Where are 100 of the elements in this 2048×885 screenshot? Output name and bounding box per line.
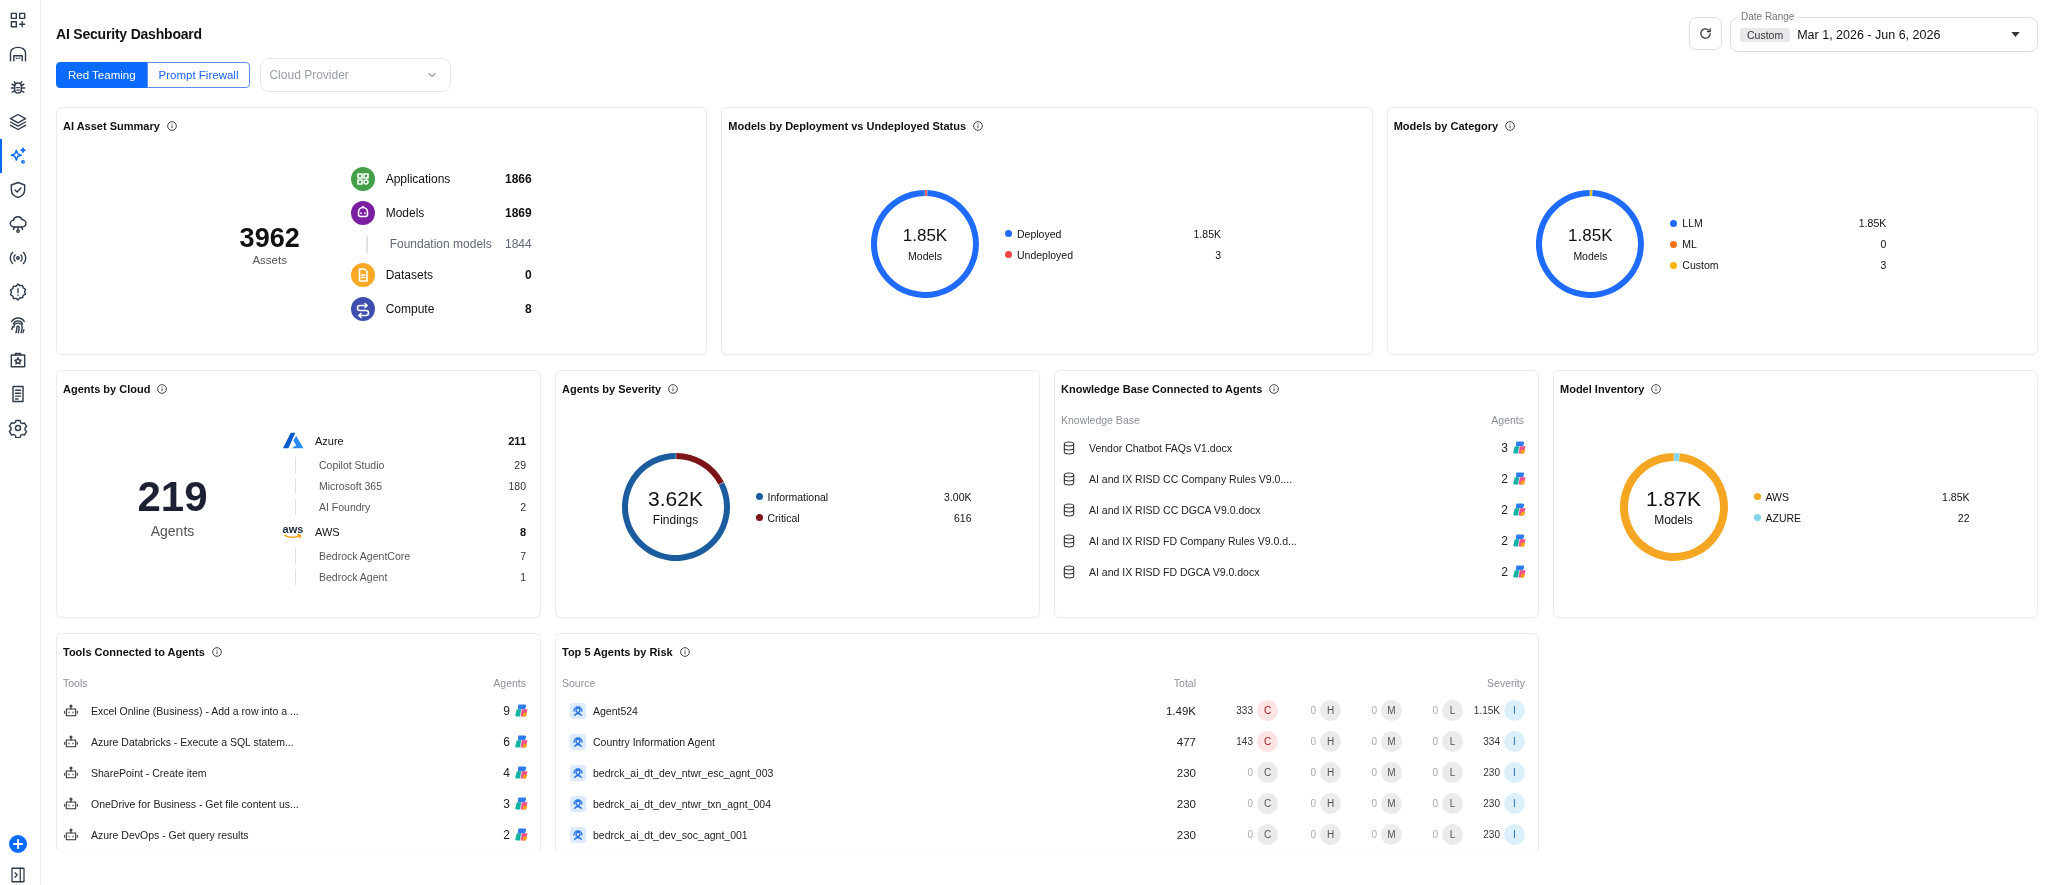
agent-count: 4 (503, 765, 510, 780)
agent-tile-icon (570, 795, 586, 812)
info-icon[interactable] (211, 647, 222, 657)
database-icon (1061, 501, 1077, 518)
robot-icon (63, 795, 79, 812)
info-icon[interactable] (1651, 384, 1662, 394)
total-cell-text: 230 (1175, 797, 1196, 810)
table-cell: AI and IX RISD FD Company Rules V9.0.d... (1089, 534, 1297, 547)
robot-icon (63, 702, 79, 719)
agent-count: 6 (503, 734, 510, 749)
total-cell-text: 230 (1175, 828, 1196, 841)
severity-badge: L (1442, 824, 1463, 845)
severity-badge: H (1320, 793, 1341, 814)
asset-label: Datasets (385, 268, 434, 282)
severity-count: 333 (1236, 705, 1253, 716)
legend-label: Critical (767, 511, 801, 524)
warehouse-icon (8, 44, 28, 64)
agent-tile-icon (570, 733, 586, 750)
severity-count: 0 (1371, 736, 1377, 747)
total-count: 3962 (238, 222, 301, 253)
refresh-button[interactable] (1689, 17, 1722, 50)
legend-label: Custom (1682, 259, 1720, 271)
tab[interactable]: Prompt Firewall (146, 62, 251, 88)
info-icon[interactable] (166, 121, 177, 131)
service-label: Microsoft 365 (318, 480, 384, 492)
add-button[interactable] (9, 835, 27, 853)
card-title: Models by Deployment vs Undeployed Status (728, 119, 967, 134)
sub-asset-count: 1844 (504, 237, 532, 251)
severity-badge: C (1257, 731, 1278, 752)
sidebar-toggle-button[interactable] (9, 866, 27, 884)
severity-count: 0 (1371, 798, 1377, 809)
severity-count: 0 (1371, 829, 1377, 840)
total-cell-text: 230 (1175, 766, 1196, 779)
cloud-count: 8 (519, 525, 526, 538)
card-title: Knowledge Base Connected to Agents (1061, 382, 1263, 397)
layers-icon (8, 112, 28, 132)
table-cell: AI and IX RISD CC Company Rules V9.0.... (1089, 472, 1293, 485)
severity-badge: L (1442, 700, 1463, 721)
card-title: Models by Category (1393, 119, 1499, 134)
card-title: Tools Connected to Agents (63, 645, 205, 660)
severity-count: 0 (1310, 798, 1316, 809)
info-icon[interactable] (1505, 121, 1516, 131)
info-icon[interactable] (157, 384, 168, 394)
legend-value: 22 (1957, 511, 1970, 524)
service-label: AI Foundry (318, 501, 372, 513)
plus-icon (13, 839, 23, 849)
legend-label: AZURE (1765, 511, 1803, 524)
database-icon (1061, 439, 1077, 456)
severity-count: 0 (1247, 767, 1253, 778)
column-header: Knowledge Base (1061, 413, 1140, 428)
refresh-icon (1698, 26, 1713, 41)
info-icon[interactable] (973, 121, 984, 131)
card-title: Top 5 Agents by Risk (562, 645, 673, 660)
smile-arrow-icon (284, 534, 302, 539)
a-logo-icon (282, 432, 304, 449)
severity-badge: I (1504, 700, 1525, 721)
card-title: AI Asset Summary (63, 119, 160, 134)
total-cell-text: 477 (1175, 735, 1196, 748)
grid-plus-icon (8, 10, 28, 30)
settings-icon (8, 418, 28, 438)
legend-value: 1.85K (1858, 217, 1887, 229)
info-icon[interactable] (668, 384, 679, 394)
info-icon[interactable] (1269, 384, 1280, 394)
severity-count: 0 (1310, 705, 1316, 716)
date-range-field[interactable]: Date Range Custom Mar 1, 2026 - Jun 6, 2026 (1730, 11, 2038, 52)
column-header: Severity (1486, 676, 1525, 691)
service-count: 2 (520, 501, 526, 513)
agent-count: 2 (1501, 564, 1508, 579)
service-count: 1 (520, 571, 526, 583)
ribbon-logo-icon (1512, 564, 1527, 579)
logo-wordmark: aws (282, 524, 304, 534)
cloud-provider-dropdown[interactable]: Cloud Provider (260, 58, 452, 92)
ribbon-logo-icon (514, 765, 529, 780)
legend-value: 616 (953, 511, 972, 524)
ribbon-logo-icon (514, 827, 529, 842)
info-icon[interactable] (679, 647, 690, 657)
severity-count: 230 (1483, 798, 1500, 809)
severity-badge: L (1442, 793, 1463, 814)
donut-center-label: Models (908, 248, 942, 263)
severity-badge: L (1442, 762, 1463, 783)
ribbon-logo-icon (1512, 533, 1527, 548)
robot-face-icon (350, 201, 375, 225)
tab[interactable]: Red Teaming (56, 62, 148, 88)
database-icon (1061, 563, 1077, 580)
card-title: Agents by Cloud (63, 382, 151, 397)
severity-badge: M (1381, 762, 1402, 783)
severity-count: 0 (1371, 705, 1377, 716)
star-card-icon (8, 350, 28, 370)
severity-badge: L (1442, 731, 1463, 752)
severity-count: 1.15K (1473, 705, 1500, 716)
asset-count: 8 (524, 302, 532, 316)
legend-value: 1.85K (1193, 227, 1221, 240)
severity-count: 0 (1310, 829, 1316, 840)
panel-icon (9, 866, 27, 884)
legend-value: 3 (1215, 248, 1221, 261)
table-cell: Excel Online (Business) - Add a row into a ... (91, 704, 299, 717)
cloud-label: Azure (315, 434, 345, 447)
donut-center-value: 1.85K (902, 225, 948, 246)
legend-label: Informational (767, 490, 830, 503)
table-cell: AI and IX RISD CC DGCA V9.0.docx (1089, 503, 1261, 516)
